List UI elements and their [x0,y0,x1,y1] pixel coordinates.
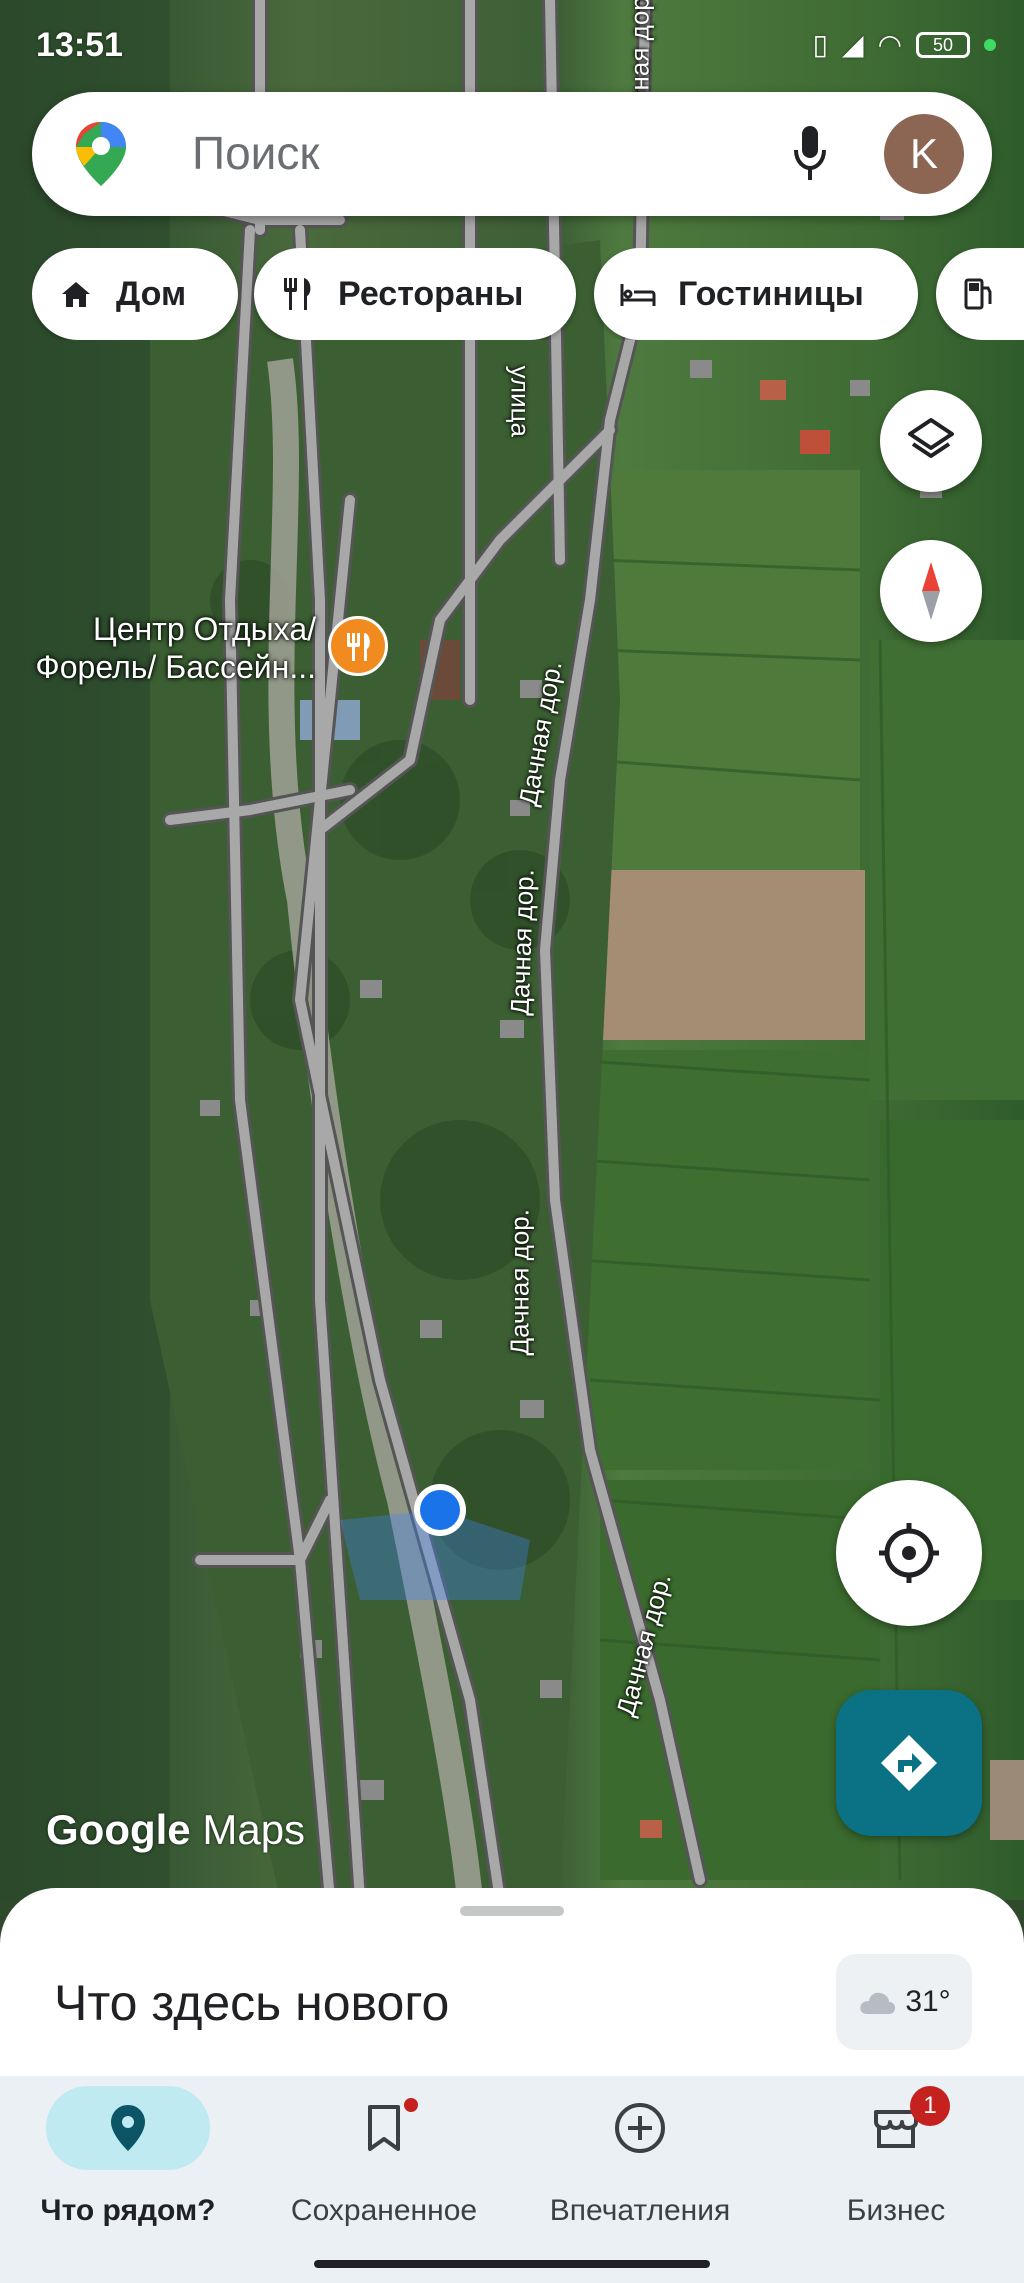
road-label: Дачная дор. [504,1209,535,1356]
hotel-icon [620,284,656,306]
google-maps-logo: Google Maps [46,1806,305,1854]
poi-label-line1: Центр Отдыха/ [93,611,316,647]
vibrate-icon: ▯ [812,29,829,60]
saved-notification-dot [404,2098,418,2112]
restaurant-icon [284,278,311,310]
restaurant-poi-marker[interactable] [328,616,388,676]
gas-station-icon [964,278,992,310]
bottom-sheet[interactable]: Что здесь нового 31° [0,1888,1024,2088]
nav-icon-container [558,2086,722,2170]
nav-label: Сохраненное [290,2194,478,2227]
account-avatar[interactable]: K [884,114,964,194]
nav-business[interactable]: 1 Бизнес [768,2076,1024,2283]
search-input[interactable]: Поиск [192,126,319,180]
layers-icon [908,418,954,458]
sheet-drag-handle[interactable] [460,1906,564,1916]
status-icons: ▯ ◢ ◠ 50 [813,28,996,61]
add-circle-icon [615,2103,665,2153]
compass-button[interactable] [880,540,982,642]
battery-icon: 50 [916,31,970,58]
status-time: 13:51 [36,26,123,64]
signal-icon: ◢ [842,29,864,60]
cloud-icon [860,1992,896,2014]
road-label: улица [505,365,536,437]
nav-icon-container [302,2086,466,2170]
chip-restaurants[interactable]: Рестораны [254,248,576,340]
chip-home[interactable]: Дом [32,248,238,340]
nav-label: Бизнес [846,2194,946,2227]
layers-button[interactable] [880,390,982,492]
nav-icon-container: 1 [814,2086,978,2170]
nav-icon-container [46,2086,210,2170]
compass-icon [922,562,940,620]
chip-label: Дом [116,274,187,313]
my-location-button[interactable] [836,1480,982,1626]
privacy-indicator-icon [984,38,996,51]
directions-icon [881,1735,937,1791]
gesture-navigation-bar[interactable] [314,2260,710,2268]
microphone-icon[interactable] [790,120,830,186]
chip-gas-stations[interactable] [936,248,1024,340]
wifi-icon: ◠ [877,29,902,60]
category-chips: Дом Рестораны Гостиницы [32,248,1024,340]
status-bar: 13:51 ▯ ◢ ◠ 50 [0,0,1024,90]
search-bar[interactable]: Поиск K [32,92,992,216]
google-maps-pin-icon [76,122,126,186]
bottom-navigation: Что рядом? Сохраненное Впечатления 1 Биз [0,2076,1024,2283]
my-location-icon [879,1523,939,1583]
nav-label: Впечатления [549,2194,731,2227]
battery-level: 50 [932,34,954,55]
poi-label-line2: Форель/ Бассейн... [35,649,316,685]
restaurant-icon [347,633,370,661]
nav-contribute[interactable]: Впечатления [512,2076,768,2283]
google-logo-text: Google [46,1806,191,1853]
nav-saved[interactable]: Сохраненное [256,2076,512,2283]
road-label: Дачная дор. [504,868,540,1017]
weather-temperature: 31° [905,1985,951,2018]
chip-label: Рестораны [338,274,524,313]
directions-button[interactable] [836,1690,982,1836]
location-pin-icon [111,2105,145,2151]
business-badge: 1 [910,2086,950,2126]
weather-chip[interactable]: 31° [836,1954,972,2050]
poi-label[interactable]: Центр Отдыха/ Форель/ Бассейн... [0,610,316,686]
sheet-title: Что здесь нового [54,1975,450,2031]
home-icon [62,282,90,307]
bookmark-icon [368,2105,400,2151]
nav-explore[interactable]: Что рядом? [0,2076,256,2283]
chip-label: Гостиницы [678,274,864,313]
maps-logo-text: Maps [202,1806,306,1853]
chip-hotels[interactable]: Гостиницы [594,248,918,340]
nav-label: Что рядом? [40,2194,216,2227]
